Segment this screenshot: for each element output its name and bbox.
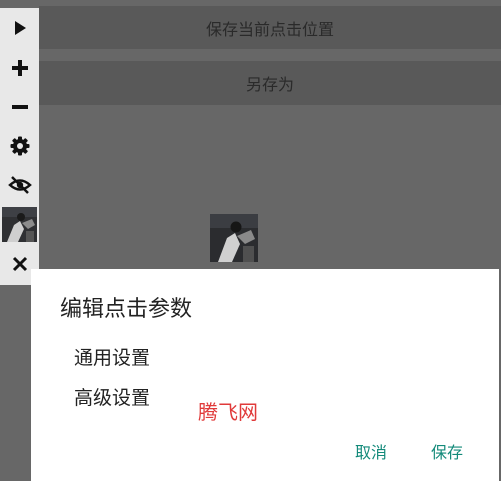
save-current-click-position-label: 保存当前点击位置 bbox=[205, 19, 334, 39]
play-button[interactable] bbox=[0, 8, 39, 47]
hide-button[interactable] bbox=[0, 165, 39, 204]
remove-button[interactable] bbox=[0, 87, 39, 126]
advanced-settings-item[interactable]: 高级设置 bbox=[74, 383, 150, 410]
eye-off-icon bbox=[7, 175, 32, 194]
add-button[interactable] bbox=[0, 48, 39, 87]
save-button[interactable]: 保存 bbox=[431, 439, 463, 463]
cancel-button[interactable]: 取消 bbox=[355, 439, 387, 463]
close-icon bbox=[12, 256, 27, 271]
plus-icon bbox=[11, 59, 28, 76]
click-position-thumbnail[interactable] bbox=[210, 214, 258, 262]
toolbar-thumbnail-image[interactable] bbox=[2, 207, 37, 242]
save-as-label: 另存为 bbox=[245, 75, 294, 94]
general-settings-item[interactable]: 通用设置 bbox=[74, 343, 150, 370]
watermark-text: 腾飞网 bbox=[198, 400, 258, 424]
save-current-click-position-button[interactable]: 保存当前点击位置 bbox=[39, 6, 501, 49]
edit-click-params-dialog: 编辑点击参数 通用设置 高级设置 腾飞网 取消 保存 bbox=[31, 269, 499, 481]
gear-icon bbox=[10, 136, 29, 155]
minus-icon bbox=[11, 104, 28, 109]
play-icon bbox=[14, 20, 26, 35]
save-as-button[interactable]: 另存为 bbox=[39, 61, 501, 105]
dialog-title: 编辑点击参数 bbox=[60, 297, 193, 322]
settings-button[interactable] bbox=[0, 126, 39, 165]
floating-toolbar bbox=[0, 8, 39, 285]
